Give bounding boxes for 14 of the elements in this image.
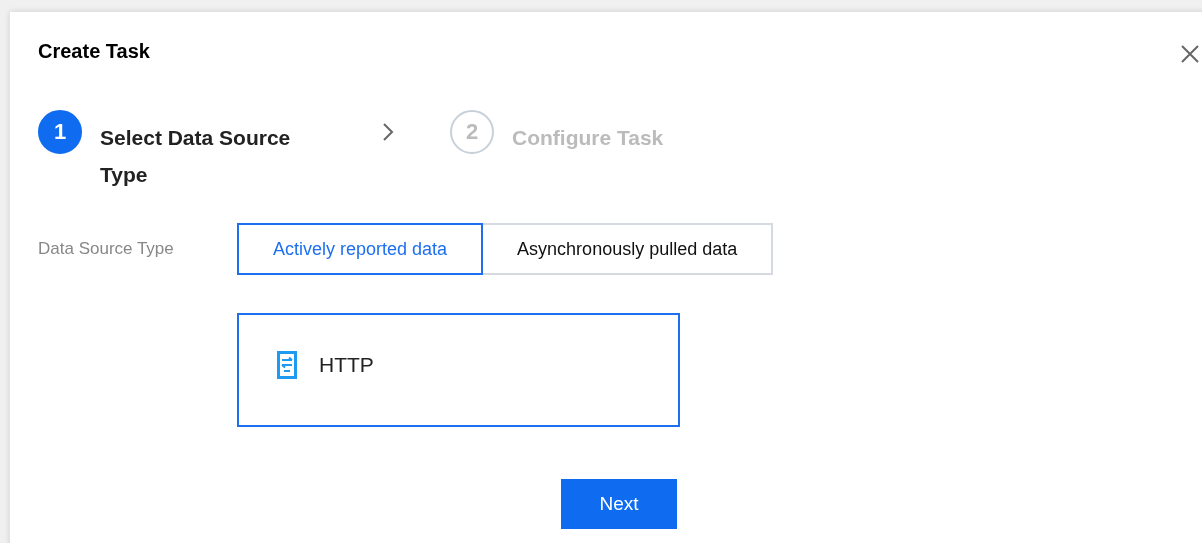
close-icon[interactable]: [1180, 44, 1200, 64]
field-label: Data Source Type: [38, 239, 175, 259]
dialog-title: Create Task: [38, 39, 150, 63]
step-number: 1: [38, 110, 82, 154]
segment-option[interactable]: Actively reported data: [237, 223, 484, 275]
chevron-icon: [382, 122, 394, 142]
source-label: HTTP: [319, 353, 374, 377]
segment-option[interactable]: Asynchronously pulled data: [483, 223, 774, 275]
step-number: 2: [450, 110, 494, 154]
step-label: Configure Task: [512, 125, 664, 151]
document-icon: [277, 351, 297, 379]
step-label: Select Data Source Type: [100, 125, 292, 188]
next-button[interactable]: Next: [561, 479, 677, 529]
source-card[interactable]: HTTP: [237, 313, 680, 427]
